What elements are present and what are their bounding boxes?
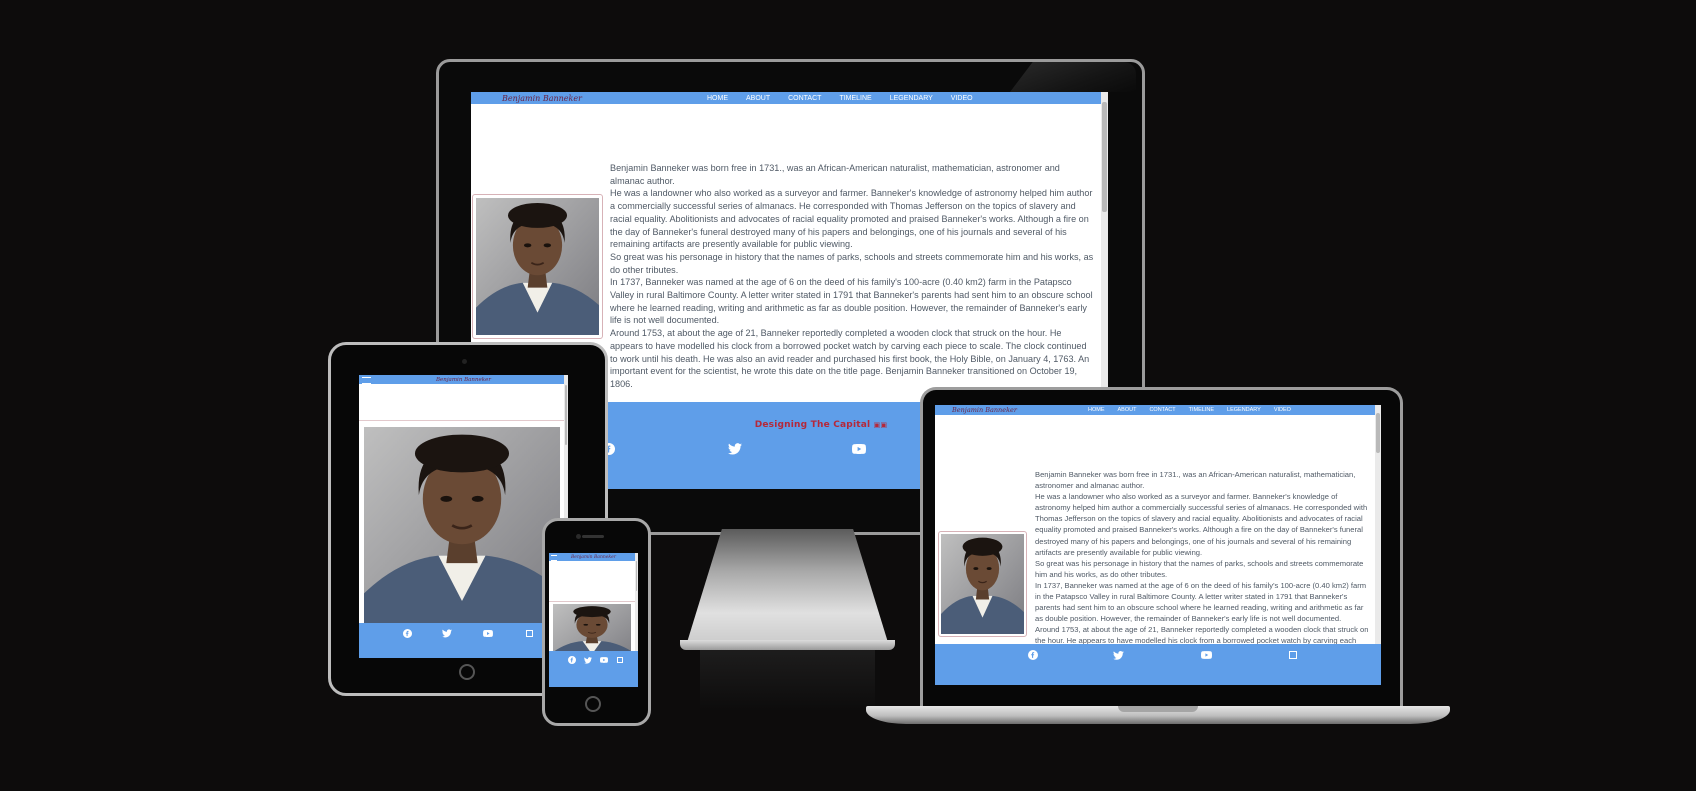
bio-paragraph-3: So great was his personage in history th… (610, 251, 1094, 275)
footer-credit-text: Designing The Capital (754, 420, 871, 430)
laptop-footer (935, 644, 1381, 685)
tablet-portrait-illustration (364, 427, 560, 635)
phone-twitter-icon[interactable] (583, 655, 593, 665)
tablet-screen: Benjamin Banneker (359, 375, 568, 658)
tablet-youtube-icon[interactable] (482, 627, 494, 639)
portrait-illustration (476, 198, 599, 335)
laptop-portrait-image (938, 531, 1027, 637)
laptop-nav-timeline[interactable]: TIMELINE (1189, 407, 1214, 413)
monitor-stand (685, 529, 890, 649)
laptop-bio-paragraph-1: Benjamin Banneker was born free in 1731.… (1035, 470, 1356, 491)
bio-text: Benjamin Banneker was born free in 1731.… (610, 162, 1096, 391)
tablet-camera (462, 359, 467, 364)
laptop-youtube-icon[interactable] (1200, 649, 1212, 661)
laptop-scrollbar[interactable] (1375, 405, 1381, 685)
laptop-bio-paragraph-2: He was a landowner who also worked as a … (1035, 492, 1368, 557)
tablet-divider (359, 420, 564, 421)
nav-video[interactable]: VIDEO (951, 95, 973, 102)
monitor-reflection (700, 650, 875, 710)
laptop-square-icon[interactable] (1287, 649, 1299, 661)
phone-site-logo[interactable]: Benjamin Banneker (571, 555, 616, 560)
bio-paragraph-1: Benjamin Banneker was born free in 1731.… (610, 163, 1060, 186)
laptop-nav-contact[interactable]: CONTACT (1149, 407, 1175, 413)
nav-contact[interactable]: CONTACT (788, 95, 821, 102)
phone-youtube-icon[interactable] (599, 655, 609, 665)
hamburger-icon[interactable] (362, 377, 371, 384)
bio-paragraph-5: Around 1753, at about the age of 21, Ban… (610, 328, 1090, 389)
tablet-twitter-icon[interactable] (441, 627, 453, 639)
laptop-navbar: Benjamin Banneker HOME ABOUT CONTACT TIM… (935, 405, 1381, 415)
tablet-scrollbar-thumb[interactable] (565, 385, 567, 445)
twitter-icon[interactable] (727, 442, 743, 456)
tablet-navbar: Benjamin Banneker (359, 375, 568, 384)
phone-hamburger-icon[interactable] (551, 555, 557, 561)
tablet-footer (359, 623, 568, 658)
nav-legendary[interactable]: LEGENDARY (890, 95, 933, 102)
phone-camera (576, 534, 581, 539)
bio-paragraph-4: In 1737, Banneker was named at the age o… (610, 277, 1093, 326)
nav-about[interactable]: ABOUT (746, 95, 770, 102)
phone-speaker (582, 535, 604, 538)
tablet-home-button[interactable] (459, 664, 475, 680)
phone-scrollbar-thumb[interactable] (636, 561, 637, 591)
youtube-icon[interactable] (851, 442, 867, 456)
navbar: Benjamin Banneker HOME ABOUT CONTACT TIM… (471, 92, 1108, 104)
tablet-site-logo[interactable]: Benjamin Banneker (436, 377, 491, 383)
laptop-nav-video[interactable]: VIDEO (1274, 407, 1291, 413)
nav-menu: HOME ABOUT CONTACT TIMELINE LEGENDARY VI… (657, 95, 973, 102)
laptop-facebook-icon[interactable] (1027, 649, 1039, 661)
phone-facebook-icon[interactable] (567, 655, 577, 665)
laptop-nav-home[interactable]: HOME (1088, 407, 1105, 413)
laptop-nav-menu: HOME ABOUT CONTACT TIMELINE LEGENDARY VI… (1052, 407, 1291, 413)
phone-screen: Benjamin Banneker (549, 553, 638, 687)
portrait-image (472, 194, 603, 339)
monitor-stand-base (680, 640, 895, 650)
nav-home[interactable]: HOME (707, 95, 728, 102)
phone-navbar: Benjamin Banneker (549, 553, 638, 561)
nav-timeline[interactable]: TIMELINE (839, 95, 871, 102)
tablet-portrait-image (362, 425, 562, 637)
phone-divider (549, 601, 635, 602)
laptop-bio-paragraph-5: Around 1753, at about the age of 21, Ban… (1035, 625, 1369, 645)
bio-paragraph-2: He was a landowner who also worked as a … (610, 188, 1093, 250)
laptop-twitter-icon[interactable] (1112, 649, 1124, 661)
site-logo[interactable]: Benjamin Banneker (502, 94, 657, 103)
footer-credit-mark: ▣▣ (873, 421, 888, 429)
laptop-nav-legendary[interactable]: LEGENDARY (1227, 407, 1261, 413)
phone-home-button[interactable] (585, 696, 601, 712)
laptop-bio-text: Benjamin Banneker was born free in 1731.… (1035, 469, 1371, 645)
laptop-scrollbar-thumb[interactable] (1376, 413, 1380, 453)
laptop-site-logo[interactable]: Benjamin Banneker (952, 406, 1052, 414)
laptop-base-notch (1118, 706, 1198, 712)
phone-square-icon[interactable] (615, 655, 625, 665)
laptop-portrait-illustration (941, 534, 1024, 634)
scrollbar-thumb[interactable] (1102, 102, 1107, 212)
phone-footer (549, 651, 638, 687)
tablet-square-icon[interactable] (523, 627, 535, 639)
laptop-bio-paragraph-3: So great was his personage in history th… (1035, 558, 1364, 579)
laptop-screen: Benjamin Banneker HOME ABOUT CONTACT TIM… (935, 405, 1381, 685)
tablet-facebook-icon[interactable] (401, 627, 413, 639)
laptop-nav-about[interactable]: ABOUT (1118, 407, 1137, 413)
laptop-bio-paragraph-4: In 1737, Banneker was named at the age o… (1035, 580, 1367, 624)
